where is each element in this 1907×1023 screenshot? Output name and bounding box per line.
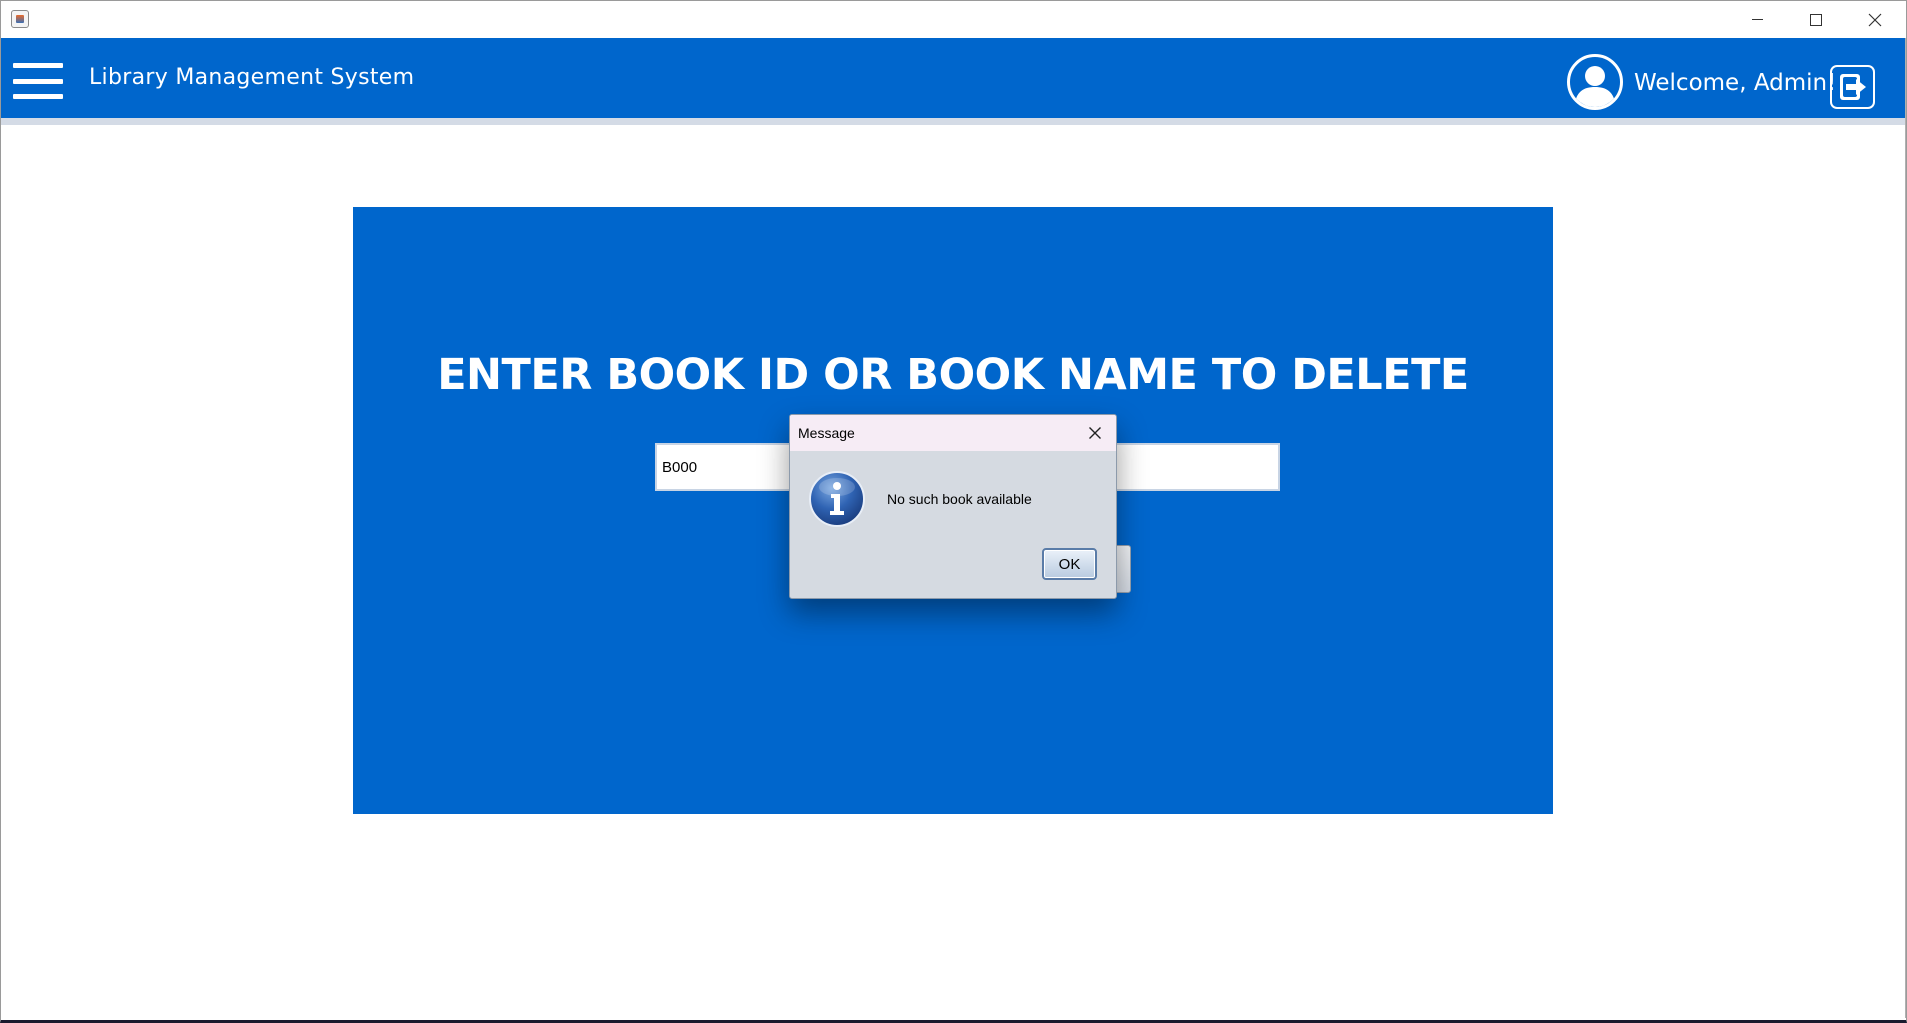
- minimize-icon: [1751, 19, 1763, 20]
- java-icon: [11, 10, 29, 28]
- window-edge: [1905, 38, 1906, 1018]
- maximize-button[interactable]: [1787, 1, 1845, 38]
- panel-heading: ENTER BOOK ID OR BOOK NAME TO DELETE: [437, 350, 1469, 400]
- application-window: Library Management System Welcome, Admin…: [0, 0, 1907, 1023]
- info-icon: [809, 471, 865, 527]
- close-icon: [1868, 13, 1882, 26]
- user-avatar-icon: [1567, 54, 1623, 110]
- close-icon: [1089, 427, 1101, 439]
- message-dialog: Message No such book available OK: [789, 414, 1117, 599]
- window-close-button[interactable]: [1846, 1, 1904, 38]
- hamburger-line: [13, 78, 63, 84]
- minimize-button[interactable]: [1728, 1, 1786, 38]
- dialog-message: No such book available: [887, 491, 1032, 507]
- hamburger-line: [13, 94, 63, 99]
- logout-button[interactable]: [1830, 65, 1875, 109]
- hamburger-icon[interactable]: [13, 63, 65, 99]
- maximize-icon: [1810, 13, 1822, 26]
- app-header: Library Management System Welcome, Admin…: [1, 38, 1905, 118]
- welcome-text: Welcome, Admin!: [1634, 70, 1837, 96]
- header-divider: [1, 118, 1905, 125]
- app-title: Library Management System: [89, 65, 415, 90]
- logout-icon: [1839, 74, 1866, 100]
- dialog-titlebar: Message: [790, 415, 1116, 451]
- user-silhouette-icon: [1574, 66, 1616, 107]
- window-titlebar: [1, 1, 1906, 38]
- ok-button[interactable]: OK: [1042, 548, 1097, 580]
- hamburger-line: [13, 63, 63, 68]
- dialog-title: Message: [798, 425, 855, 441]
- dialog-close-button[interactable]: [1074, 415, 1116, 451]
